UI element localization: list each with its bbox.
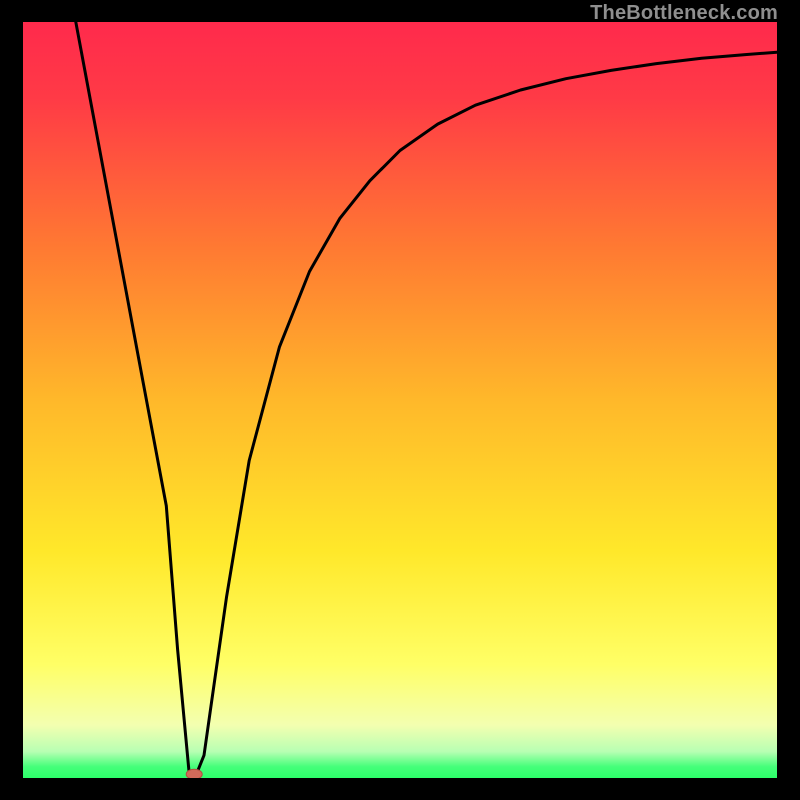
watermark-text: TheBottleneck.com [590, 2, 778, 25]
gradient-background [23, 22, 777, 778]
optimal-point-marker [186, 769, 202, 778]
chart-frame [23, 22, 777, 778]
bottleneck-chart [23, 22, 777, 778]
